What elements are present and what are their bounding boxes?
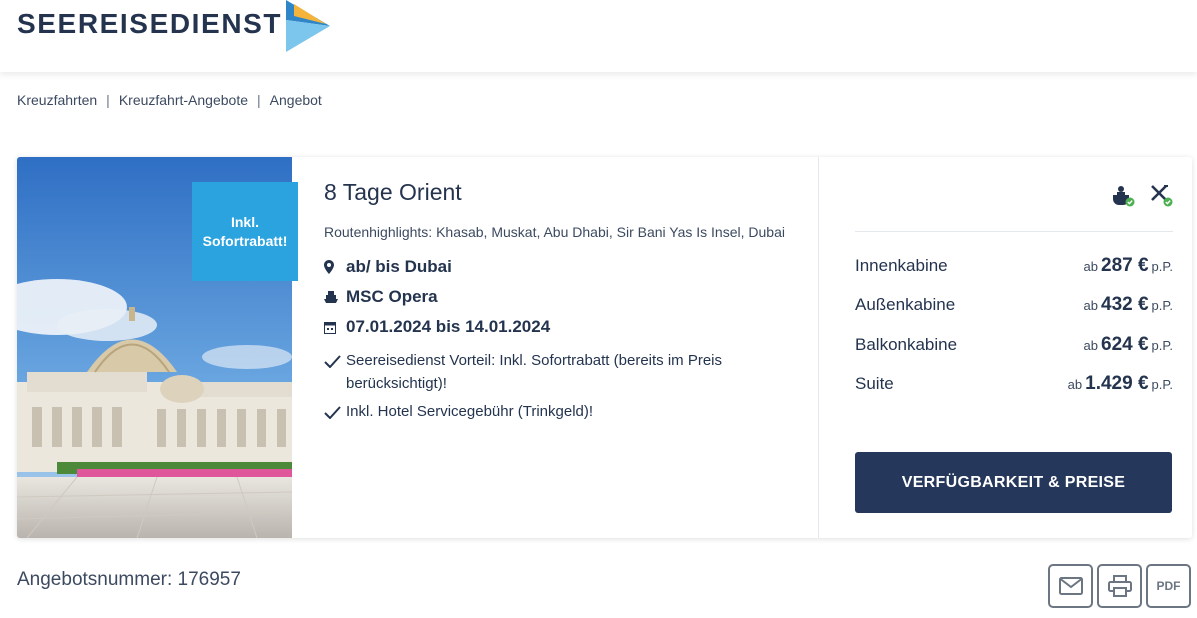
breadcrumb-item-angebot[interactable]: Angebot: [270, 92, 322, 108]
cabin-type: Balkonkabine: [855, 334, 958, 354]
calendar-icon: [324, 321, 346, 334]
price-row: Balkonkabine ab 624 € p.P.: [855, 325, 1173, 365]
ship-icon: [324, 290, 346, 304]
availability-prices-button[interactable]: VERFÜGBARKEIT & PREISE: [855, 452, 1172, 513]
price-list: Innenkabine ab 287 € p.P. Außenkabine ab 43…: [855, 246, 1173, 404]
promo-badge: Inkl. Sofortrabatt!: [192, 182, 298, 281]
benefit-item: Seereisedienst Vorteil: Inkl. Sofortraba…: [324, 350, 804, 395]
check-icon: [324, 350, 346, 395]
offer-card: Inkl. Sofortrabatt! 8 Tage Orient Routen…: [17, 157, 1192, 538]
price-row: Suite ab 1.429 € p.P.: [855, 365, 1173, 405]
offer-facts: ab/ bis Dubai MSC Opera 07.01.2024 bis 1…: [324, 252, 804, 342]
port-fact: ab/ bis Dubai: [324, 252, 804, 282]
check-icon: [324, 401, 346, 427]
map-pin-icon: [324, 260, 346, 274]
printer-icon: [1107, 575, 1132, 597]
offer-title[interactable]: 8 Tage Orient: [324, 179, 804, 206]
breadcrumb-item-angebote[interactable]: Kreuzfahrt-Angebote: [119, 92, 248, 108]
ship-fact: MSC Opera: [324, 282, 804, 312]
offer-number: Angebotsnummer: 176957: [17, 569, 241, 590]
cabin-price: ab 432 € p.P.: [1083, 294, 1173, 316]
cabin-type: Außenkabine: [855, 295, 956, 315]
price-divider: [855, 231, 1173, 232]
brand-logo-text[interactable]: SEEREISEDIENST: [17, 8, 282, 40]
mail-icon: [1058, 577, 1083, 595]
cabin-price: ab 624 € p.P.: [1083, 333, 1173, 355]
drinks-included-icon[interactable]: [1111, 185, 1135, 207]
dates-fact: 07.01.2024 bis 14.01.2024: [324, 312, 804, 342]
benefits-list: Seereisedienst Vorteil: Inkl. Sofortraba…: [324, 350, 804, 427]
benefit-text: Seereisedienst Vorteil: Inkl. Sofortraba…: [346, 352, 722, 392]
breadcrumb-separator: |: [106, 92, 110, 108]
port-text: ab/ bis Dubai: [346, 257, 452, 276]
amenity-icons: [1111, 185, 1173, 207]
pdf-button[interactable]: PDF: [1146, 564, 1191, 608]
price-panel: Innenkabine ab 287 € p.P. Außenkabine ab 43…: [855, 157, 1173, 538]
breadcrumb-item-kreuzfahrten[interactable]: Kreuzfahrten: [17, 92, 97, 108]
route-highlights: Routenhighlights: Khasab, Muskat, Abu Dh…: [324, 224, 785, 240]
pdf-label: PDF: [1156, 579, 1181, 593]
brand-logo-icon[interactable]: [286, 0, 332, 52]
cabin-price: ab 287 € p.P.: [1083, 254, 1173, 276]
email-button[interactable]: [1048, 564, 1093, 608]
print-button[interactable]: [1097, 564, 1142, 608]
cabin-type: Innenkabine: [855, 255, 948, 275]
ship-name[interactable]: MSC Opera: [346, 287, 438, 307]
breadcrumb-separator: |: [257, 92, 261, 108]
benefit-item: Inkl. Hotel Servicegebühr (Trinkgeld)!: [324, 401, 804, 427]
price-row: Außenkabine ab 432 € p.P.: [855, 286, 1173, 326]
cabin-type: Suite: [855, 374, 894, 394]
site-header: SEEREISEDIENST: [0, 0, 1197, 72]
card-divider: [818, 157, 819, 538]
cabin-price: ab 1.429 € p.P.: [1067, 373, 1173, 395]
breadcrumb: Kreuzfahrten | Kreuzfahrt-Angebote | Ang…: [17, 92, 322, 108]
price-row: Innenkabine ab 287 € p.P.: [855, 246, 1173, 286]
benefit-text: Inkl. Hotel Servicegebühr (Trinkgeld)!: [346, 403, 594, 420]
offer-details: 8 Tage Orient Routenhighlights: Khasab, …: [324, 179, 804, 433]
share-toolbar: PDF: [1048, 564, 1191, 608]
dates-text: 07.01.2024 bis 14.01.2024: [346, 317, 551, 336]
meals-included-icon[interactable]: [1149, 185, 1173, 207]
